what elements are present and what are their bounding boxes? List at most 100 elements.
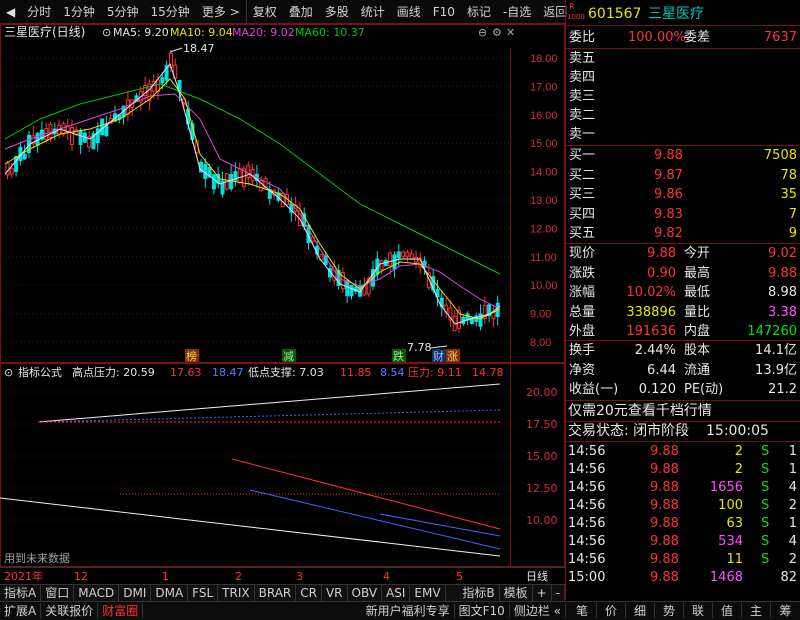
ad-new-user[interactable]: 新用户福利专享 (362, 603, 455, 619)
toolbar-stats[interactable]: 统计 (355, 0, 391, 24)
price-axis-label: 13.00 (530, 195, 558, 207)
candle (48, 123, 53, 138)
settings-icon[interactable]: ⚙ (492, 26, 502, 39)
chart-toolbar: ◀ 分时 1分钟 5分钟 15分钟 更多 > 复权 叠加 多股 统计 画线 F1… (0, 0, 567, 24)
toolbar-watchlist[interactable]: -自选 (497, 0, 537, 24)
ma-settings-icon[interactable]: ⊙ (102, 26, 111, 39)
tab-emv[interactable]: EMV (410, 585, 446, 601)
tick-side: S (761, 552, 770, 567)
candle (203, 163, 208, 180)
tab-related-quote[interactable]: 关联报价 (41, 603, 99, 619)
tick-count: 82 (780, 570, 797, 585)
tab-brar[interactable]: BRAR (255, 585, 297, 601)
candle (405, 251, 410, 257)
quote-row: 涨跌 0.90 最高 9.88 (566, 264, 800, 284)
quote-value: 9.02 (768, 246, 797, 261)
ad-f10[interactable]: 图文F10 (455, 603, 510, 619)
toolbar-more[interactable]: 更多 > (196, 0, 246, 24)
panel-tab-value[interactable]: 值 (713, 603, 742, 619)
tick-count: 2 (788, 498, 797, 513)
toolbar-overlay[interactable]: 叠加 (283, 0, 319, 24)
tab-indicator-a[interactable]: 指标A (0, 585, 42, 601)
kline-chart[interactable]: 18.00 17.00 16.00 15.00 14.00 13.00 12.00 11.00… (0, 24, 565, 567)
quote-label: 外盘 (569, 324, 596, 339)
toolbar-multi[interactable]: 多股 (319, 0, 355, 24)
price-axis-label: 8.00 (530, 337, 551, 349)
toolbar-rights[interactable]: 复权 (245, 0, 283, 24)
panel-tab-trend[interactable]: 势 (655, 603, 684, 619)
panel-tab-detail[interactable]: 细 (626, 603, 655, 619)
promo-banner[interactable]: 仅需20元查看千档行情 (566, 401, 800, 421)
panel-tab-link[interactable]: 联 (684, 603, 713, 619)
buy-row: 买一 9.88 7508 (566, 146, 800, 166)
indicator-name[interactable]: 指标公式 (18, 365, 62, 379)
candle (379, 260, 384, 271)
buy-price: 9.83 (654, 206, 683, 222)
tick-volume: 63 (726, 516, 743, 531)
tick-time: 14:56 (568, 552, 606, 567)
event-label-jian[interactable]: 减 (283, 350, 294, 363)
panel-tab-price[interactable]: 价 (597, 603, 626, 619)
tab-fsl[interactable]: FSL (188, 585, 219, 601)
low-marker: 7.78 (407, 341, 432, 354)
price-axis-label: 15.00 (530, 138, 558, 150)
tab-trix[interactable]: TRIX (218, 585, 255, 601)
buy-row: 买四 9.83 7 (566, 205, 800, 225)
toolbar-draw[interactable]: 画线 (391, 0, 427, 24)
tick-side: S (761, 462, 770, 477)
panel-tab-trades[interactable]: 笔 (568, 603, 597, 619)
tab-add-button[interactable]: + (533, 585, 552, 601)
tab-wealth-circle[interactable]: 财富圈 (98, 603, 144, 619)
sell-level-label: 卖一 (569, 127, 596, 142)
ma60-label: MA60: 10.37 (295, 26, 365, 39)
tab-obv[interactable]: OBV (348, 585, 383, 601)
tick-price: 9.88 (650, 516, 679, 531)
stock-badge-bot: 1000 (567, 13, 585, 21)
toolbar-back-icon[interactable]: ◀ (0, 0, 21, 24)
tab-template[interactable]: 模板 (500, 585, 533, 601)
tab-dma[interactable]: DMA (151, 585, 189, 601)
date-axis-period[interactable]: 日线 (526, 568, 548, 584)
event-label-cai[interactable]: 财 (433, 349, 444, 363)
buy-price: 9.82 (654, 226, 683, 241)
toolbar-5min[interactable]: 5分钟 (101, 0, 145, 24)
buy-level-label: 买一 (569, 148, 596, 163)
toolbar-timeshare[interactable]: 分时 (21, 0, 57, 24)
quote-value: 9.88 (768, 265, 797, 281)
event-label-bang[interactable]: 榜 (186, 349, 197, 363)
event-label-die[interactable]: 跌 (393, 349, 404, 363)
trade-status-row: 交易状态: 闭市阶段 15:00:05 (566, 421, 800, 441)
tick-row: 14:56 9.88 2 S 1 (566, 442, 800, 462)
tab-window[interactable]: 窗口 (41, 585, 75, 601)
indicator-high-v1: 17.63 (170, 366, 202, 379)
tick-row: 14:56 9.88 2 S 1 (566, 460, 800, 480)
price-axis-label: 16.00 (530, 110, 558, 122)
zoom-out-icon[interactable]: ⊖ (478, 26, 487, 39)
toolbar-1min[interactable]: 1分钟 (57, 0, 101, 24)
quote-label: 总量 (569, 304, 596, 320)
fin-value: 21.2 (768, 382, 797, 397)
toolbar-15min[interactable]: 15分钟 (145, 0, 196, 24)
tab-macd[interactable]: MACD (74, 585, 120, 601)
tab-asi[interactable]: ASI (382, 585, 411, 601)
toolbar-f10[interactable]: F10 (427, 0, 461, 24)
panel-tab-main[interactable]: 主 (742, 603, 771, 619)
event-label-zhang[interactable]: 涨 (447, 350, 458, 363)
tab-indicator-b[interactable]: 指标B (458, 585, 500, 601)
toolbar-mark[interactable]: 标记 (461, 0, 497, 24)
indicator-expand-icon[interactable]: ⊙ (4, 366, 13, 379)
tab-dmi[interactable]: DMI (119, 585, 152, 601)
tab-remove-button[interactable]: - (552, 585, 565, 601)
candle (5, 162, 10, 176)
tab-vr[interactable]: VR (322, 585, 348, 601)
tab-cr[interactable]: CR (296, 585, 322, 601)
indicator-press-label: 压力: 9.11 (408, 366, 462, 379)
buy-volume: 35 (780, 187, 797, 202)
close-icon[interactable]: ✕ (506, 26, 515, 39)
sidebar-toggle[interactable]: 侧边栏 « (510, 603, 566, 619)
panel-tab-chips[interactable]: 筹 (771, 603, 800, 619)
tab-extend-a[interactable]: 扩展A (0, 603, 42, 619)
quote-value: 3.38 (768, 304, 797, 320)
candle (396, 251, 401, 259)
fin-label: 净资 (569, 362, 596, 378)
